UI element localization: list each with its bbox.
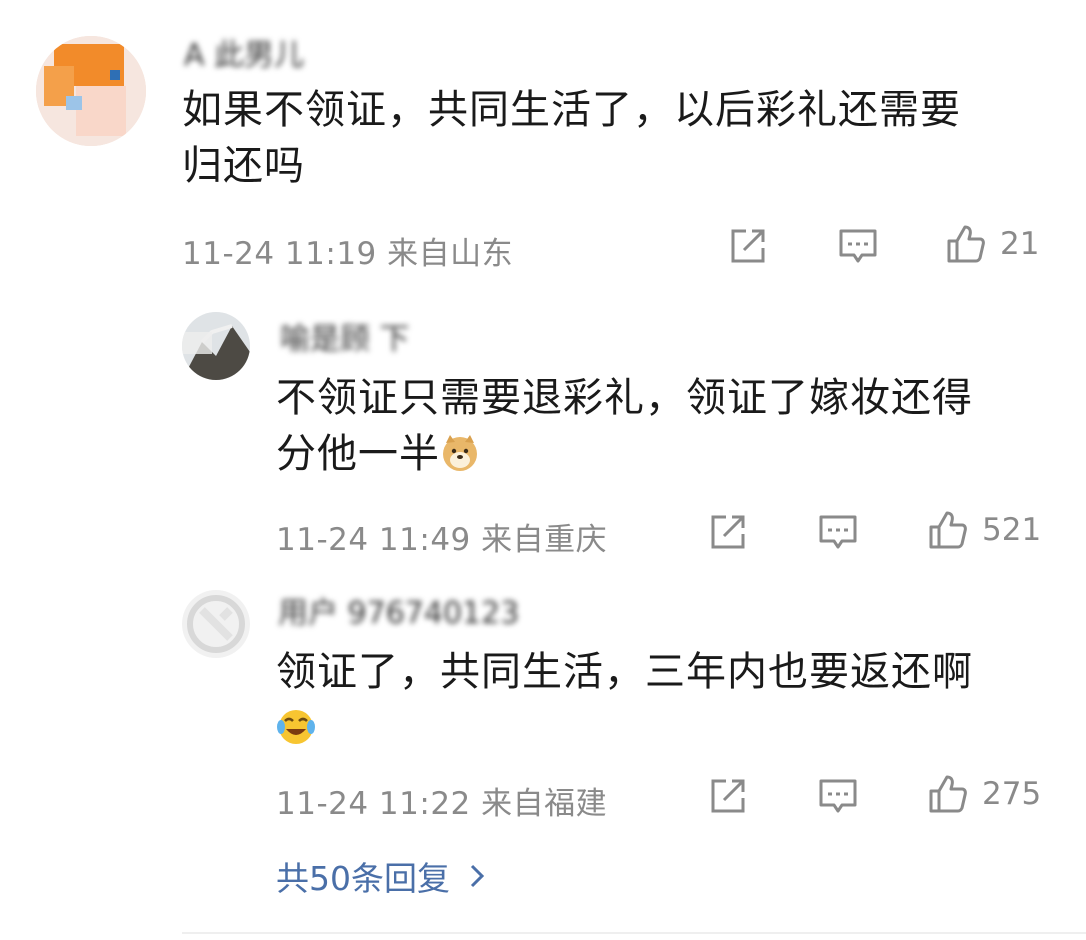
- comment-icon: [839, 229, 877, 263]
- thumbs-up-icon: [929, 511, 967, 549]
- thumbs-up-icon: [929, 775, 967, 813]
- like-button[interactable]: 275: [928, 774, 1041, 814]
- like-count: 521: [982, 512, 1042, 548]
- comment-meta: 11-24 11:19 来自山东: [182, 236, 514, 272]
- like-button[interactable]: 521: [928, 510, 1041, 550]
- like-count: 275: [982, 776, 1042, 812]
- comment-text: 领证了，共同生活，三年内也要返还啊: [276, 644, 1066, 756]
- username[interactable]: 喻是顾 下: [280, 314, 410, 358]
- avatar[interactable]: [36, 36, 146, 146]
- comment-text-line: 分他一半: [276, 426, 1066, 482]
- comment-text-line: 不领证只需要退彩礼，领证了嫁妆还得: [276, 375, 973, 421]
- comment-text-line: 如果不领证，共同生活了，以后彩礼还需要: [182, 87, 961, 133]
- comment-icon: [819, 515, 857, 549]
- comment-button[interactable]: [818, 512, 858, 556]
- share-button[interactable]: [708, 512, 748, 556]
- comment-button[interactable]: [818, 776, 858, 820]
- share-icon: [731, 229, 765, 263]
- comment-icon: [819, 779, 857, 813]
- username[interactable]: 用户 976740123: [278, 588, 519, 632]
- avatar-image-icon: [182, 312, 250, 380]
- view-replies-label: 共50条回复: [276, 859, 450, 898]
- share-button[interactable]: [728, 226, 768, 270]
- share-icon: [711, 779, 745, 813]
- laugh-cry-emoji-icon: [277, 710, 315, 744]
- comment-text-line: 归还吗: [182, 143, 305, 189]
- share-icon: [711, 515, 745, 549]
- comment-meta: 11-24 11:22 来自福建: [276, 786, 608, 822]
- like-button[interactable]: 21: [946, 224, 1039, 264]
- comment-text-segment: 分他一半: [276, 431, 440, 477]
- avatar[interactable]: [182, 590, 250, 658]
- divider: [182, 932, 1086, 934]
- username[interactable]: A 此男儿: [184, 30, 304, 74]
- comment-text-line: [276, 700, 1066, 756]
- default-avatar-icon: [182, 590, 250, 658]
- view-replies-link[interactable]: 共50条回复: [276, 852, 486, 900]
- comment-meta: 11-24 11:49 来自重庆: [276, 522, 608, 558]
- doge-emoji-icon: [443, 435, 477, 471]
- comment-text: 不领证只需要退彩礼，领证了嫁妆还得 分他一半: [276, 370, 1066, 482]
- like-count: 21: [1000, 226, 1040, 262]
- comment-button[interactable]: [838, 226, 878, 270]
- comment-text-line: 领证了，共同生活，三年内也要返还啊: [276, 649, 973, 695]
- avatar[interactable]: [182, 312, 250, 380]
- thumbs-up-icon: [947, 225, 985, 263]
- share-button[interactable]: [708, 776, 748, 820]
- comment-text: 如果不领证，共同生活了，以后彩礼还需要 归还吗: [182, 82, 1062, 194]
- chevron-right-icon: [470, 864, 485, 888]
- avatar-image-icon: [36, 36, 146, 146]
